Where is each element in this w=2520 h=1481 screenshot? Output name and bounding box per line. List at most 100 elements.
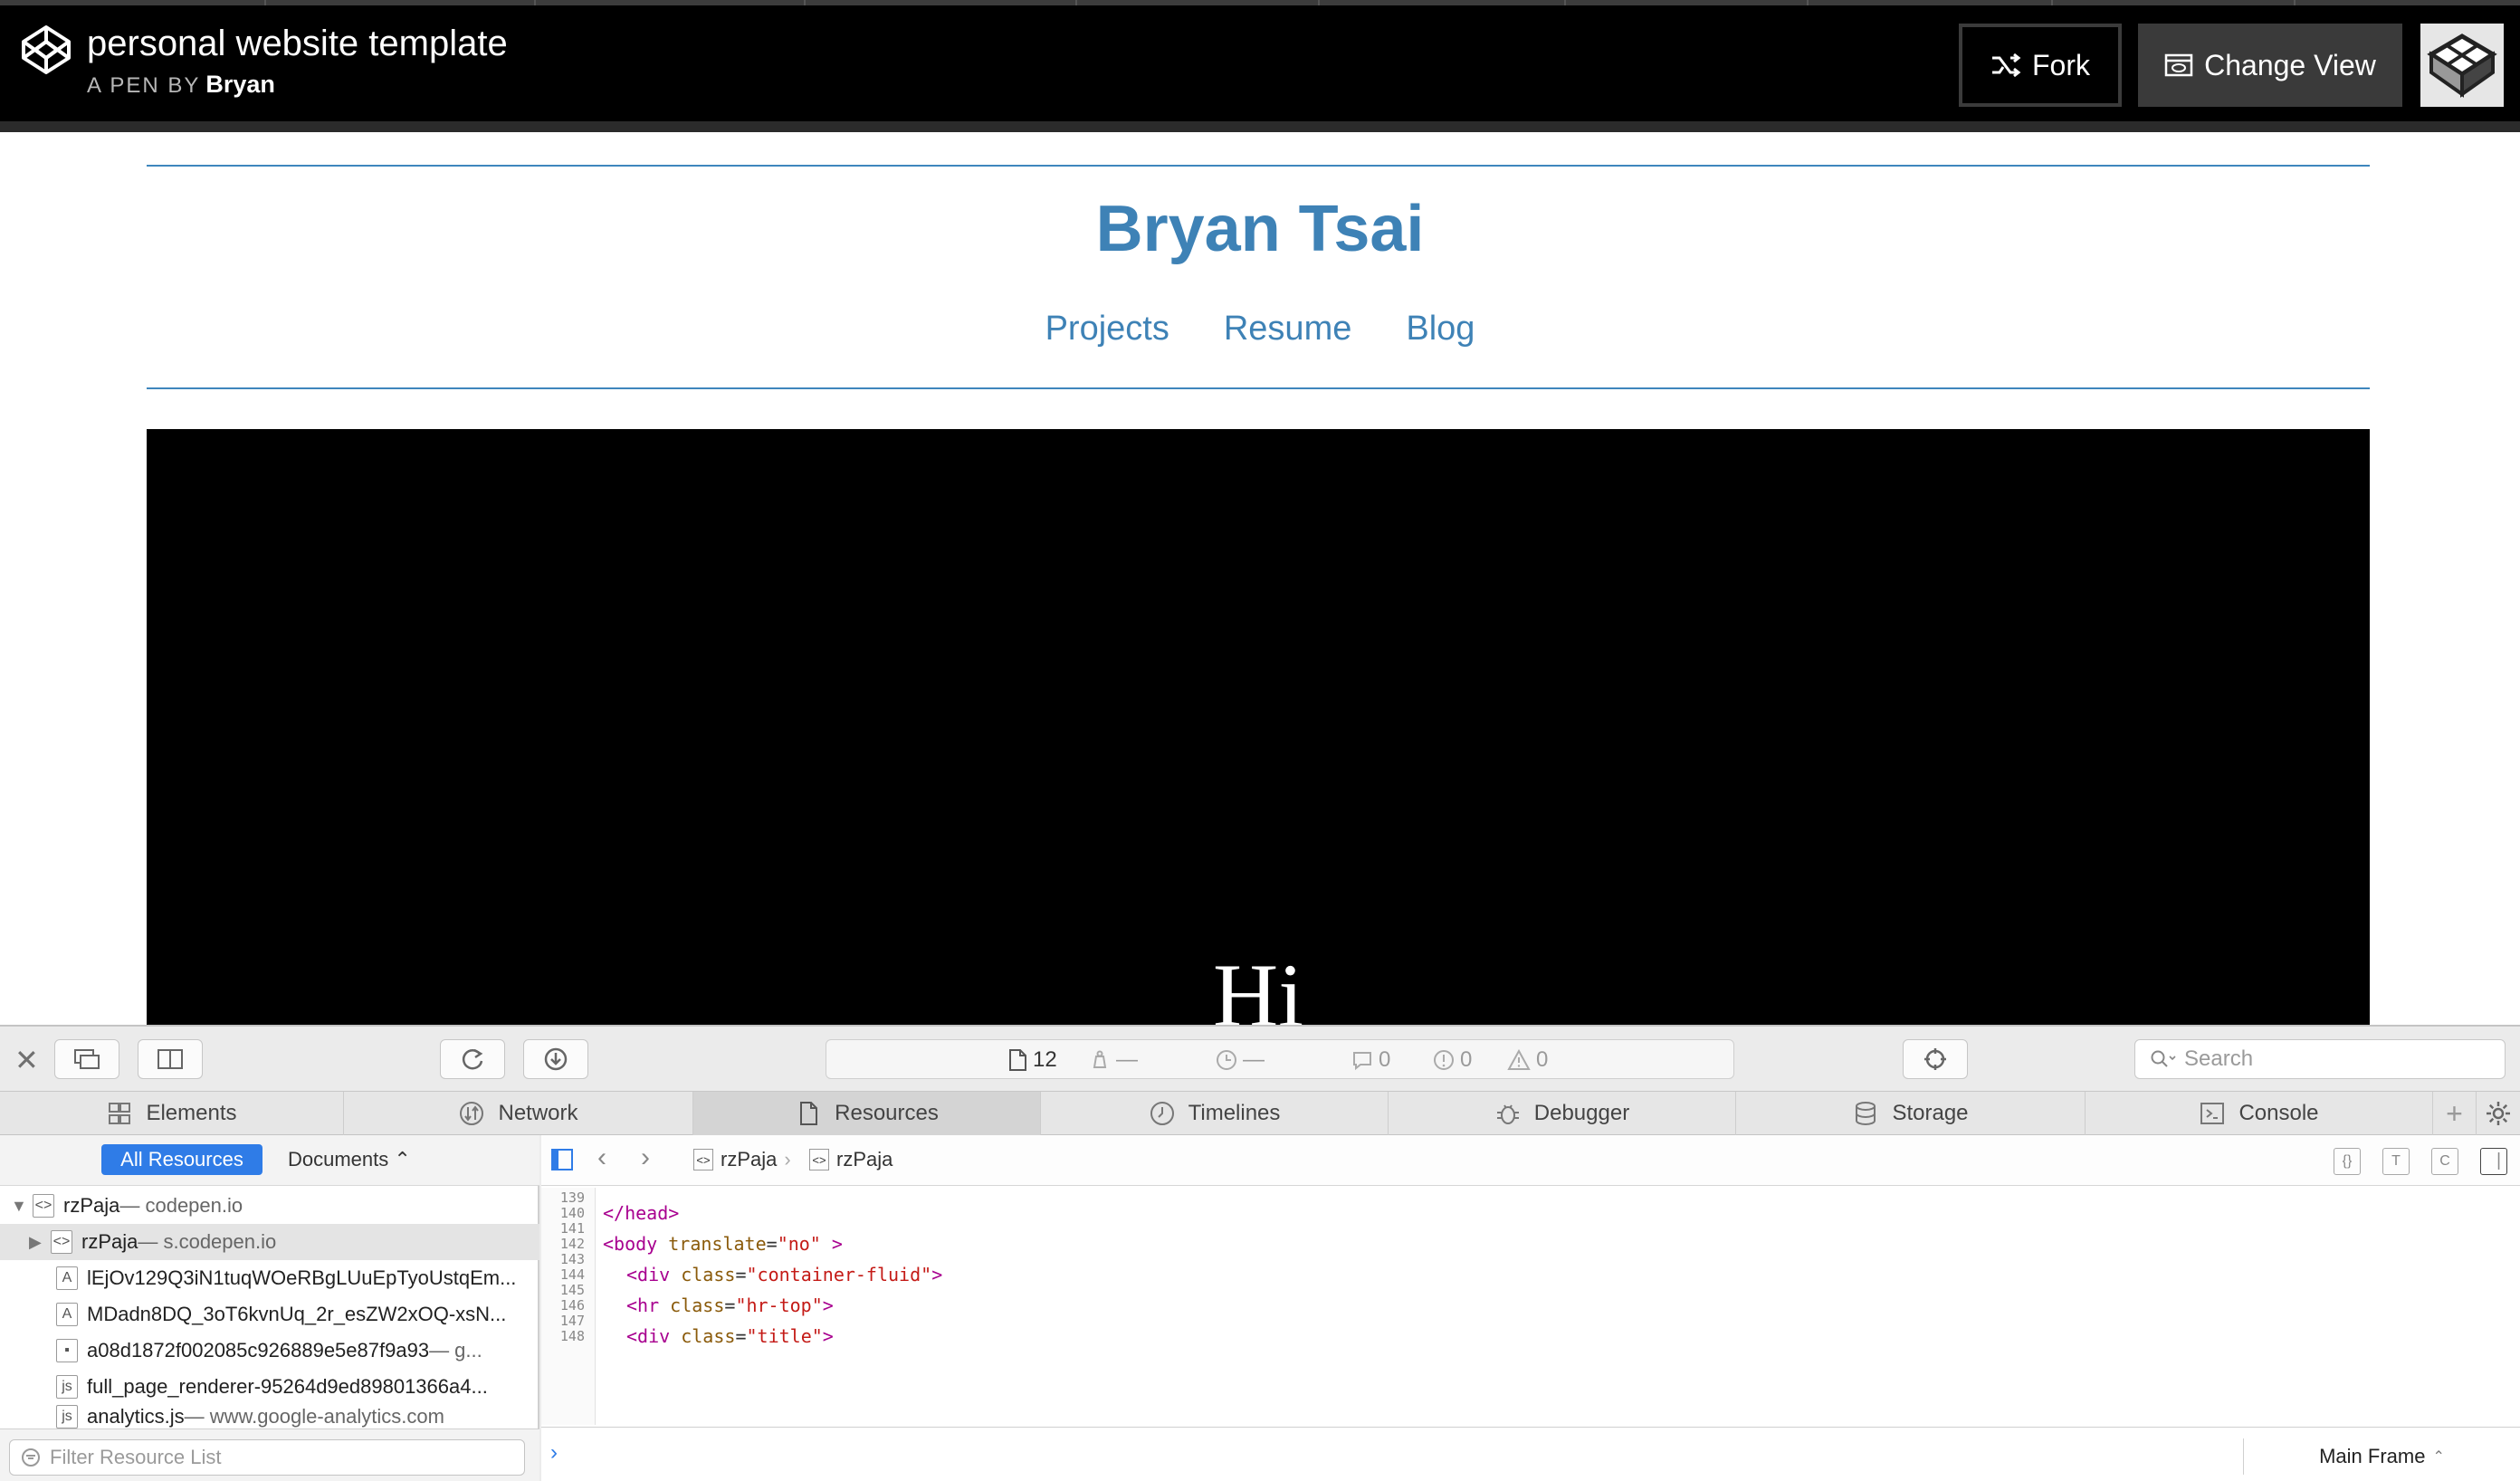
back-icon[interactable]: ‹: [597, 1142, 606, 1173]
tree-row-font-2[interactable]: A MDadn8DQ_3oT6kvnUq_2r_esZW2xOQ-xsN...: [0, 1296, 539, 1333]
hero-text: Hi: [1213, 945, 1303, 1025]
elements-icon: [109, 1103, 131, 1124]
breadcrumb-separator-icon: ›: [784, 1148, 791, 1170]
frame-selector[interactable]: Main Frame ⌃: [2243, 1438, 2520, 1475]
nav-link-resume[interactable]: Resume: [1224, 310, 1352, 349]
line-number: 147: [559, 1313, 585, 1329]
line-number: 144: [559, 1266, 585, 1283]
codepen-header: personal website template A PEN BY Bryan …: [0, 5, 2520, 121]
debugger-icon: [1496, 1104, 1519, 1124]
dock-icon: [158, 1049, 183, 1069]
message-count: 0: [1351, 1047, 1390, 1073]
pen-byline: A PEN BY Bryan: [87, 71, 275, 99]
code-line: </head>: [603, 1202, 680, 1224]
fork-icon: [1992, 53, 2021, 78]
console-icon: [2200, 1103, 2225, 1124]
details-sidebar-icon[interactable]: ▕: [2480, 1148, 2507, 1175]
tab-console[interactable]: Console: [2086, 1092, 2433, 1135]
nav-link-blog[interactable]: Blog: [1406, 310, 1475, 349]
close-icon[interactable]: ✕: [14, 1043, 39, 1077]
html-document-icon: <>: [809, 1149, 829, 1170]
browser-window: personal website template A PEN BY Bryan …: [0, 0, 2520, 1481]
tree-row-image[interactable]: ▪ a08d1872f002085c926889e5e87f9a93 — g..…: [0, 1333, 539, 1369]
code-line: <div class="container-fluid">: [626, 1264, 943, 1285]
search-icon: [2151, 1050, 2176, 1067]
search-placeholder: Search: [2184, 1046, 2254, 1071]
image-file-icon: ▪: [56, 1339, 78, 1362]
error-icon: [1434, 1050, 1454, 1070]
pretty-print-icon[interactable]: {}: [2334, 1148, 2361, 1175]
inspector-toolbar: ✕ 12 — — 0 0 0 Search: [0, 1027, 2520, 1092]
warning-icon: [1507, 1049, 1531, 1070]
filter-placeholder: Filter Resource List: [50, 1446, 222, 1468]
reload-button[interactable]: [440, 1039, 505, 1079]
tree-row-script[interactable]: js full_page_renderer-95264d9ed89801366a…: [0, 1369, 539, 1405]
breadcrumb-item-frame[interactable]: <> rzPaja: [809, 1148, 892, 1171]
network-icon: [460, 1102, 484, 1125]
tree-row-font-1[interactable]: A lEjOv129Q3iN1tuqWOeRBgLUuEpTyoUstqEm..…: [0, 1260, 539, 1296]
view-icon: [2164, 53, 2193, 77]
line-number-gutter: 139 140 141 142 143 144 145 146 147 148: [541, 1188, 596, 1425]
document-icon: [1009, 1049, 1026, 1071]
settings-gear-icon[interactable]: [2477, 1092, 2520, 1135]
line-number: 140: [559, 1205, 585, 1221]
script-file-icon: js: [56, 1405, 78, 1428]
html-document-icon: <>: [51, 1230, 72, 1254]
inspector-tabs: Elements Network Resources Timelines Deb…: [0, 1092, 2520, 1135]
line-number: 148: [559, 1328, 585, 1344]
resources-icon: [800, 1102, 818, 1125]
nav-link-projects[interactable]: Projects: [1045, 310, 1169, 349]
code-line: <body translate="no" >: [603, 1233, 843, 1255]
weight-icon: [1093, 1050, 1107, 1068]
filter-resource-input[interactable]: Filter Resource List: [9, 1439, 525, 1476]
all-resources-filter[interactable]: All Resources: [101, 1144, 262, 1175]
change-view-label: Change View: [2204, 48, 2376, 81]
type-icon[interactable]: T: [2382, 1148, 2410, 1175]
filter-icon: [22, 1448, 40, 1467]
load-time: —: [1216, 1047, 1265, 1073]
font-file-icon: A: [56, 1266, 78, 1290]
tree-row-main-document[interactable]: ▼ <> rzPaja — codepen.io: [0, 1188, 539, 1224]
dock-side-button[interactable]: [138, 1039, 203, 1079]
tab-storage[interactable]: Storage: [1736, 1092, 2086, 1135]
line-number: 142: [559, 1236, 585, 1252]
user-avatar[interactable]: [2420, 24, 2504, 107]
search-input[interactable]: Search: [2134, 1039, 2506, 1079]
tab-network[interactable]: Network: [344, 1092, 693, 1135]
tree-row-analytics[interactable]: js analytics.js — www.google-analytics.c…: [0, 1405, 539, 1428]
html-document-icon: <>: [33, 1194, 54, 1218]
detach-button[interactable]: [54, 1039, 119, 1079]
tab-timelines[interactable]: Timelines: [1041, 1092, 1389, 1135]
codepen-logo-icon[interactable]: [20, 24, 72, 76]
forward-icon[interactable]: ›: [641, 1142, 650, 1173]
tab-debugger[interactable]: Debugger: [1389, 1092, 1736, 1135]
updown-icon: ⌃: [394, 1148, 411, 1170]
hr-top: [147, 165, 2370, 167]
fork-label: Fork: [2032, 48, 2090, 81]
download-button[interactable]: [523, 1039, 588, 1079]
change-view-button[interactable]: Change View: [2138, 24, 2402, 107]
inspect-element-button[interactable]: [1903, 1039, 1968, 1079]
pen-author[interactable]: Bryan: [205, 71, 275, 98]
line-number: 141: [559, 1220, 585, 1237]
source-code-view[interactable]: 139 140 141 142 143 144 145 146 147 148 …: [541, 1188, 2520, 1425]
toggle-sidebar-icon[interactable]: [550, 1148, 574, 1171]
line-number: 146: [559, 1297, 585, 1314]
tree-row-frame[interactable]: ▶ <> rzPaja — s.codepen.io: [0, 1224, 539, 1260]
new-tab-plus-icon[interactable]: +: [2433, 1092, 2477, 1135]
avatar-icon: [2420, 24, 2504, 107]
tab-elements[interactable]: Elements: [0, 1092, 344, 1135]
documents-filter[interactable]: Documents ⌃: [288, 1148, 411, 1171]
clock-icon: [1217, 1050, 1236, 1070]
font-file-icon: A: [56, 1303, 78, 1326]
quick-console[interactable]: › Main Frame ⌃: [541, 1427, 2520, 1481]
site-nav: Projects Resume Blog: [0, 310, 2520, 349]
pen-title: personal website template: [87, 24, 508, 63]
status-bar[interactable]: 12 — — 0 0 0: [826, 1039, 1734, 1079]
fork-button[interactable]: Fork: [1959, 24, 2122, 107]
coverage-icon[interactable]: C: [2431, 1148, 2458, 1175]
tab-resources[interactable]: Resources: [693, 1092, 1041, 1135]
console-prompt-icon: ›: [550, 1440, 558, 1465]
site-name[interactable]: Bryan Tsai: [0, 192, 2520, 266]
breadcrumb-item-document[interactable]: <> rzPaja ›: [693, 1148, 791, 1171]
